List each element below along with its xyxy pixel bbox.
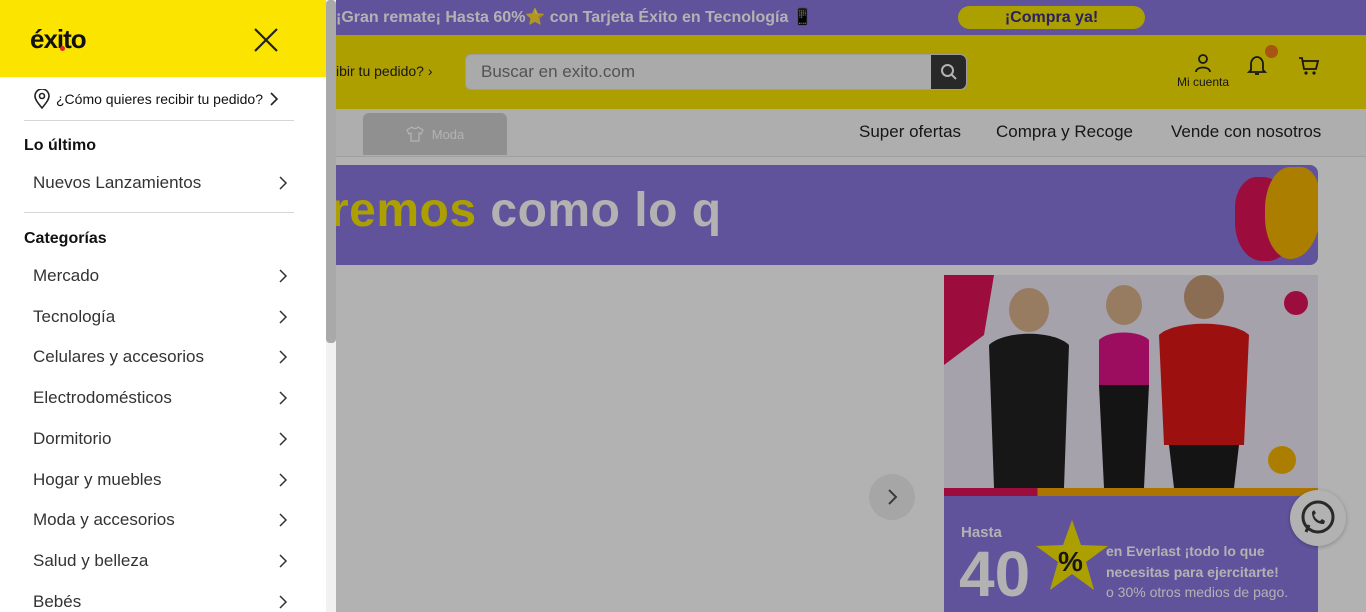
chevron-right-icon [279,310,288,324]
chevron-right-icon [279,350,288,364]
logo-dot [60,46,65,51]
chevron-right-icon [279,269,288,283]
menu-item-electrodomesticos[interactable]: Electrodomésticos [33,381,291,415]
menu-item-label: Mercado [33,266,100,285]
divider [24,212,294,213]
menu-item-label: Electrodomésticos [33,388,172,407]
chevron-right-icon [279,391,288,405]
menu-item-label: Celulares y accesorios [33,347,205,366]
menu-item-label: Bebés [33,592,82,611]
chevron-right-icon [279,176,288,190]
menu-item-label: Tecnología [33,307,116,326]
menu-item-moda[interactable]: Moda y accesorios [33,503,291,537]
menu-item-celulares[interactable]: Celulares y accesorios [33,340,291,374]
chevron-right-icon [279,432,288,446]
chevron-right-icon [279,513,288,527]
section-title-latest: Lo último [24,137,96,154]
menu-item-hogar[interactable]: Hogar y muebles [33,463,291,497]
menu-item-label: Hogar y muebles [33,470,162,489]
divider [24,120,294,121]
chevron-right-icon [279,473,288,487]
delivery-method-selector[interactable]: ¿Cómo quieres recibir tu pedido? [34,88,279,110]
side-menu-drawer: éxito ¿Cómo quieres recibir tu pedido? L… [0,0,336,612]
menu-item-label: Salud y belleza [33,551,149,570]
menu-item-tecnologia[interactable]: Tecnología [33,300,291,334]
chevron-right-icon [279,595,288,609]
menu-item-nuevos-lanzamientos[interactable]: Nuevos Lanzamientos [33,166,291,200]
menu-item-mercado[interactable]: Mercado [33,259,291,293]
delivery-question: ¿Cómo quieres recibir tu pedido? [56,91,263,107]
close-icon [254,28,278,52]
section-title-categories: Categorías [24,230,107,247]
menu-item-bebes[interactable]: Bebés [33,585,291,612]
drawer-header: éxito [0,0,326,77]
menu-item-label: Dormitorio [33,429,112,448]
location-pin-icon [34,89,50,109]
exito-logo[interactable]: éxito [30,24,87,55]
menu-item-dormitorio[interactable]: Dormitorio [33,422,291,456]
chevron-right-icon [279,554,288,568]
menu-item-salud[interactable]: Salud y belleza [33,544,291,578]
menu-item-label: Nuevos Lanzamientos [33,173,202,192]
menu-item-label: Moda y accesorios [33,510,175,529]
close-button[interactable] [249,23,283,57]
chevron-right-icon [270,92,279,106]
drawer-scrollbar-thumb[interactable] [326,0,336,343]
